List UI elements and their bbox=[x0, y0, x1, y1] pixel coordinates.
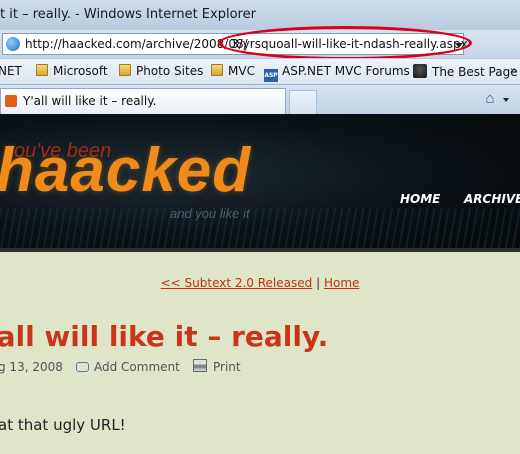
grass-decoration bbox=[0, 208, 520, 248]
post-body-text: at that ugly URL! bbox=[0, 416, 126, 434]
favorite-label: ASP.NET MVC Forums bbox=[282, 64, 410, 78]
printer-icon[interactable] bbox=[193, 359, 207, 372]
tab-title: Y'all will like it – really. bbox=[23, 94, 157, 108]
site-logo[interactable]: haacked bbox=[0, 140, 251, 202]
favorite-item-best-page[interactable]: The Best Page In bbox=[413, 64, 520, 79]
address-dropdown-icon[interactable] bbox=[455, 43, 463, 48]
nav-home-link[interactable]: HOME bbox=[400, 192, 440, 206]
favorite-item-aspnet-mvc-forums[interactable]: ASP ASP.NET MVC Forums bbox=[264, 64, 410, 82]
url-prefix[interactable]: http://haacked.com/archive/2008/08/ bbox=[25, 37, 248, 51]
favorites-bar: NET Microsoft Photo Sites MVC ASP ASP.NET… bbox=[0, 58, 520, 84]
favorite-label: The Best Page In bbox=[432, 65, 520, 79]
favorite-label: Microsoft bbox=[53, 64, 108, 78]
favorite-label: Photo Sites bbox=[136, 64, 204, 78]
folder-icon bbox=[211, 64, 223, 76]
address-row: http://haacked.com/archive/2008/08/ 3/yr… bbox=[0, 30, 520, 82]
url-highlighted[interactable]: 3/yrsquoall-will-like-it-ndash-really.as… bbox=[231, 37, 468, 51]
tab-bar: Y'all will like it – really. ⌂ bbox=[0, 84, 520, 115]
favorite-label: MVC bbox=[228, 64, 255, 78]
nav-archive-link[interactable]: ARCHIVE bbox=[464, 192, 520, 206]
aspnet-icon: ASP bbox=[264, 69, 278, 82]
favorite-item-mvc[interactable]: MVC bbox=[211, 64, 255, 78]
title-bar: t it – really. - Windows Internet Explor… bbox=[0, 0, 520, 30]
home-button[interactable]: ⌂ bbox=[480, 89, 500, 109]
home-icon: ⌂ bbox=[485, 90, 495, 107]
favorite-item-microsoft[interactable]: Microsoft bbox=[36, 64, 108, 78]
folder-icon bbox=[119, 64, 131, 76]
tab-active[interactable]: Y'all will like it – really. bbox=[0, 88, 286, 115]
favorite-item-net[interactable]: NET bbox=[0, 64, 22, 78]
new-tab-button[interactable] bbox=[289, 90, 317, 114]
site-header: you've been haacked and you like it HOME… bbox=[0, 114, 520, 248]
favorite-label: NET bbox=[0, 64, 22, 78]
home-link[interactable]: Home bbox=[324, 276, 359, 290]
chevron-down-icon[interactable] bbox=[503, 98, 509, 102]
page-icon bbox=[6, 37, 20, 51]
add-comment-link[interactable]: Add Comment bbox=[94, 360, 180, 374]
main-content: << Subtext 2.0 Released | Home 'all will… bbox=[0, 252, 520, 454]
post-navigation: << Subtext 2.0 Released | Home bbox=[0, 276, 520, 290]
previous-post-link[interactable]: << Subtext 2.0 Released bbox=[161, 276, 313, 290]
comment-icon[interactable] bbox=[76, 362, 89, 372]
chevron-right-icon[interactable]: » bbox=[510, 63, 517, 77]
window-title: t it – really. - Windows Internet Explor… bbox=[0, 7, 256, 22]
post-title: 'all will like it – really. bbox=[0, 320, 329, 353]
address-bar[interactable]: http://haacked.com/archive/2008/08/ 3/yr… bbox=[2, 33, 468, 55]
portrait-icon bbox=[413, 64, 427, 78]
nav-separator: | bbox=[316, 276, 321, 290]
post-date: g 13, 2008 bbox=[0, 360, 63, 374]
print-link[interactable]: Print bbox=[213, 360, 241, 374]
folder-icon bbox=[36, 64, 48, 76]
tagline-bottom: and you like it bbox=[170, 206, 250, 221]
site-favicon-icon bbox=[5, 95, 17, 107]
favorite-item-photo-sites[interactable]: Photo Sites bbox=[119, 64, 203, 78]
